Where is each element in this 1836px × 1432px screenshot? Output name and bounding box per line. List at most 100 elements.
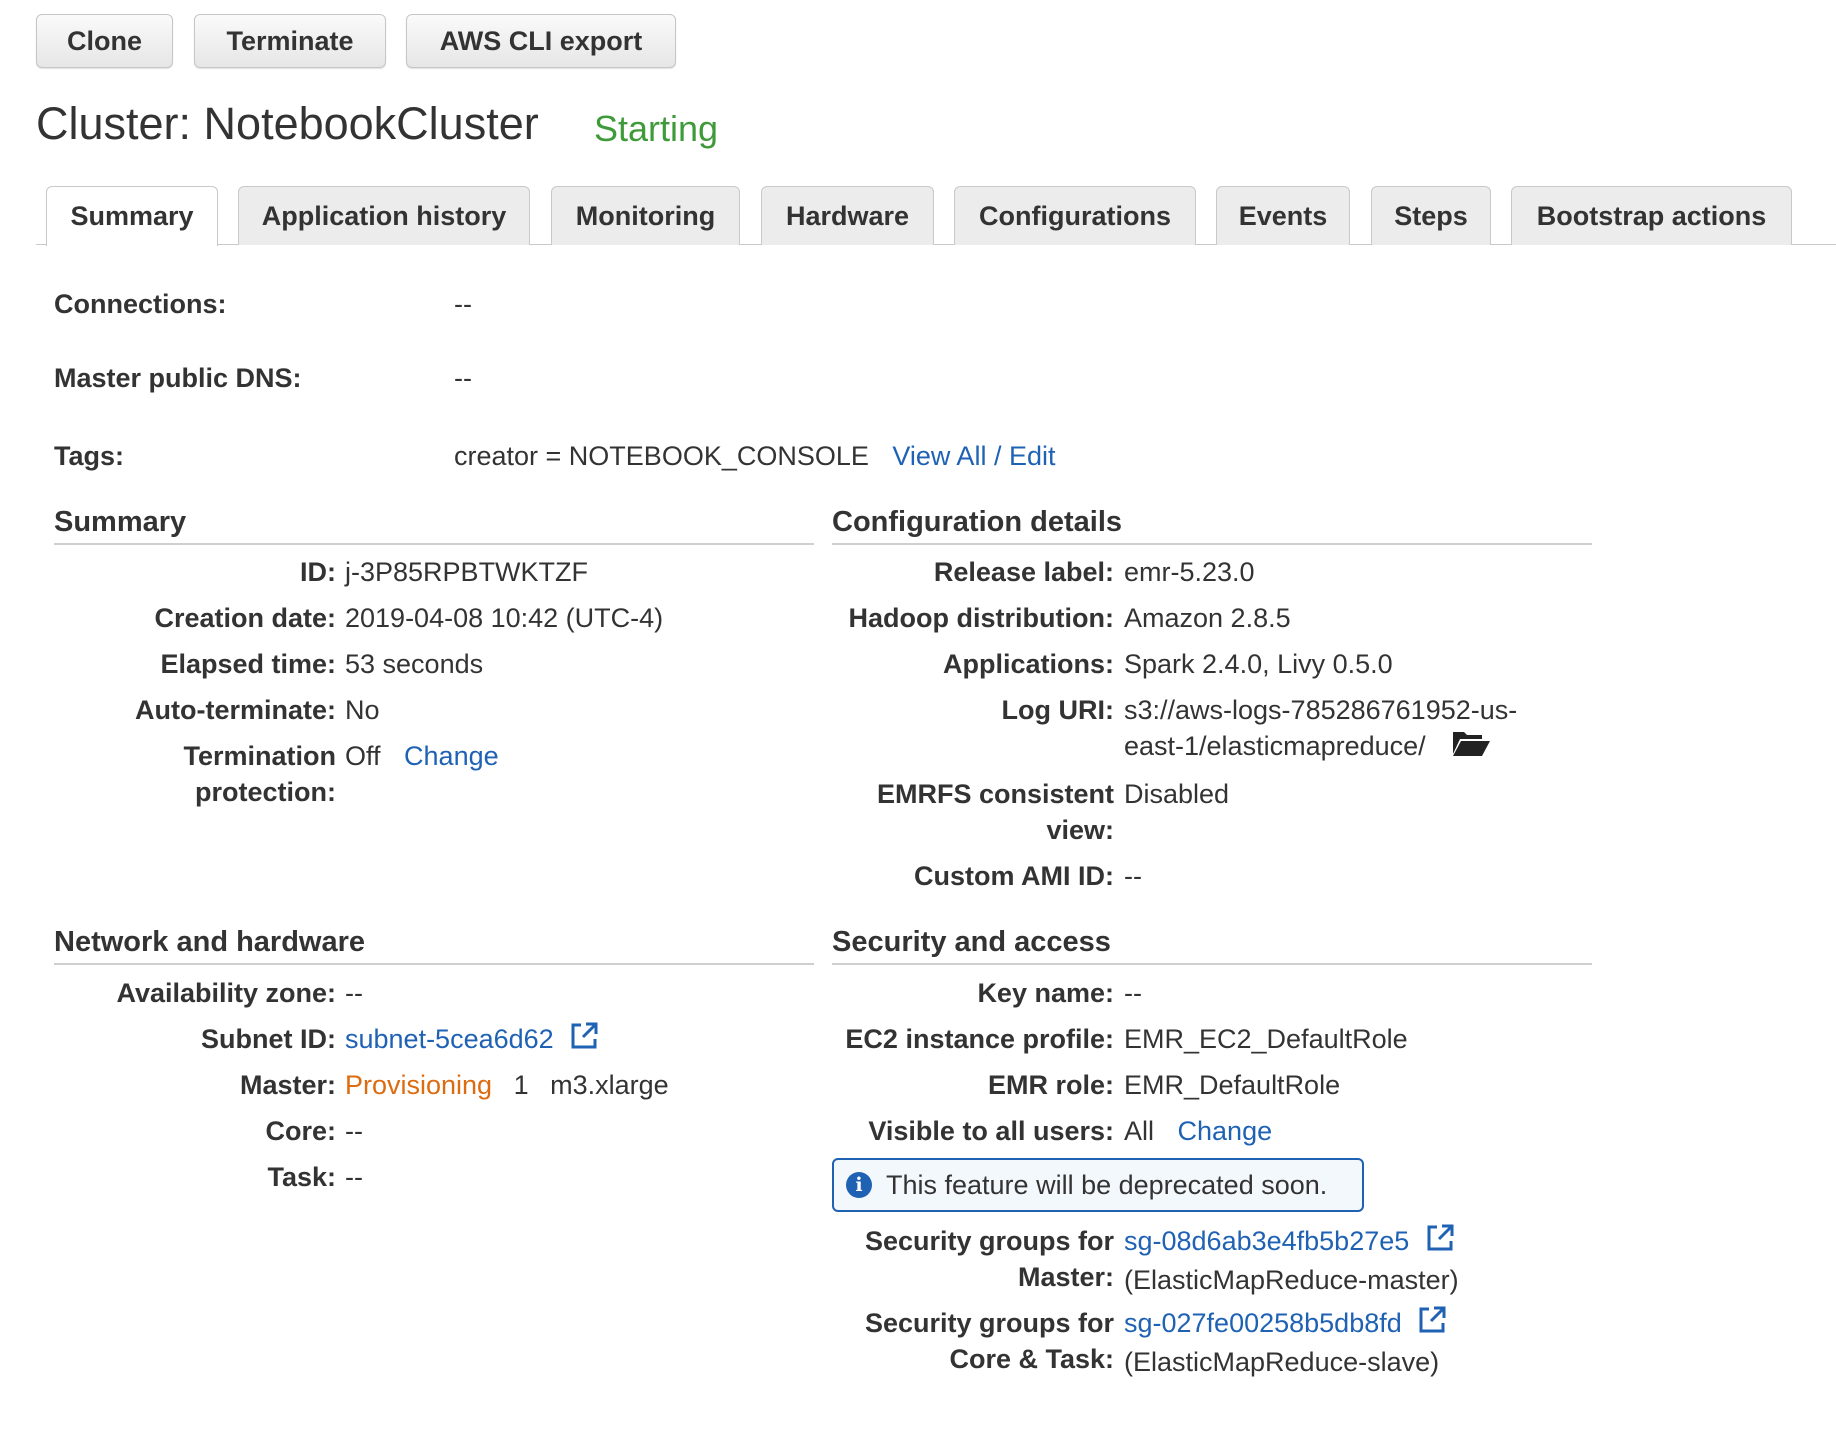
connections-label: Connections: — [54, 289, 227, 319]
termination-protection-value: Off Change — [345, 738, 499, 774]
deprecation-notice-text: This feature will be deprecated soon. — [886, 1169, 1328, 1200]
id-label: ID: — [300, 557, 336, 587]
connections-value: -- — [454, 289, 472, 319]
core-label: Core: — [265, 1116, 336, 1146]
availability-zone-value: -- — [345, 978, 363, 1008]
sg-master-label-line1: Security groups for — [864, 1226, 1114, 1256]
key-name-value: -- — [1124, 978, 1142, 1008]
hadoop-distribution-label: Hadoop distribution: — [848, 603, 1114, 633]
sg-master-id-row: sg-08d6ab3e4fb5b27e5 — [1124, 1223, 1459, 1262]
log-uri-label: Log URI: — [1001, 695, 1114, 725]
release-label-value: emr-5.23.0 — [1124, 557, 1255, 587]
security-groups-core-task-label: Security groups for Core & Task: — [832, 1305, 1114, 1377]
log-uri-value: s3://aws-logs-785286761952-us- east-1/el… — [1124, 692, 1517, 767]
sg-core-name: (ElasticMapReduce-slave) — [1124, 1347, 1440, 1378]
emrfs-consistent-view-label: EMRFS consistent view: — [832, 776, 1114, 848]
sg-core-id-link[interactable]: sg-027fe00258b5db8fd — [1124, 1308, 1402, 1338]
termination-protection-label: Termination protection: — [54, 738, 336, 810]
page-title: Cluster: NotebookCluster — [36, 98, 539, 149]
visible-to-all-users-label: Visible to all users: — [868, 1116, 1114, 1146]
security-groups-master-value: sg-08d6ab3e4fb5b27e5 (ElasticMapReduce-m… — [1124, 1223, 1459, 1298]
sg-master-name: (ElasticMapReduce-master) — [1124, 1265, 1459, 1296]
subnet-id-label: Subnet ID: — [201, 1024, 336, 1054]
tab-configurations[interactable]: Configurations — [954, 186, 1196, 245]
deprecation-notice: i This feature will be deprecated soon. — [832, 1158, 1364, 1212]
master-value: Provisioning 1 m3.xlarge — [345, 1067, 669, 1103]
clone-button[interactable]: Clone — [36, 14, 173, 68]
security-access-heading: Security and access — [832, 926, 1592, 965]
visible-to-all-users-change-link[interactable]: Change — [1178, 1116, 1273, 1146]
external-link-icon[interactable] — [569, 1021, 599, 1060]
ec2-instance-profile-label: EC2 instance profile: — [845, 1024, 1114, 1054]
sg-core-id-row: sg-027fe00258b5db8fd — [1124, 1305, 1447, 1344]
tab-bootstrap-actions[interactable]: Bootstrap actions — [1511, 186, 1792, 245]
log-uri-line2: east-1/elasticmapreduce/ — [1124, 728, 1517, 767]
emrfs-consistent-view-value: Disabled — [1124, 779, 1230, 809]
applications-label: Applications: — [942, 649, 1114, 679]
sg-core-label-line2: Core & Task: — [949, 1344, 1114, 1374]
view-all-edit-tags-link[interactable]: View All / Edit — [892, 441, 1055, 471]
subnet-id-link[interactable]: subnet-5cea6d62 — [345, 1024, 554, 1054]
emrfs-label-line1: EMRFS consistent — [876, 779, 1114, 809]
emr-role-label: EMR role: — [987, 1070, 1114, 1100]
auto-terminate-value: No — [345, 695, 380, 725]
tab-steps[interactable]: Steps — [1371, 186, 1491, 245]
task-value: -- — [345, 1162, 363, 1192]
visible-to-all-users-value: All Change — [1124, 1113, 1272, 1149]
custom-ami-id-value: -- — [1124, 861, 1142, 891]
key-name-label: Key name: — [977, 978, 1114, 1008]
cluster-status: Starting — [594, 108, 719, 149]
terminate-button[interactable]: Terminate — [194, 14, 386, 68]
security-groups-master-label: Security groups for Master: — [832, 1223, 1114, 1295]
visible-to-all-users-state: All — [1124, 1116, 1155, 1146]
external-link-icon[interactable] — [1417, 1305, 1447, 1344]
applications-value: Spark 2.4.0, Livy 0.5.0 — [1124, 649, 1393, 679]
sg-core-label-line1: Security groups for — [864, 1308, 1114, 1338]
termination-protection-label-line1: Termination — [183, 741, 336, 771]
master-instance-count: 1 — [513, 1070, 529, 1100]
task-label: Task: — [267, 1162, 336, 1192]
master-dns-value: -- — [454, 363, 472, 393]
configuration-details-heading: Configuration details — [832, 506, 1592, 545]
tab-monitoring[interactable]: Monitoring — [551, 186, 740, 245]
termination-protection-change-link[interactable]: Change — [404, 741, 499, 771]
creation-date-label: Creation date: — [154, 603, 336, 633]
availability-zone-label: Availability zone: — [116, 978, 336, 1008]
network-hardware-heading: Network and hardware — [54, 926, 814, 965]
subnet-id-value: subnet-5cea6d62 — [345, 1021, 599, 1060]
tags-value: creator = NOTEBOOK_CONSOLE View All / Ed… — [454, 441, 1055, 472]
log-uri-line2-text: east-1/elasticmapreduce/ — [1124, 731, 1426, 761]
tab-summary[interactable]: Summary — [46, 186, 218, 246]
id-value: j-3P85RPBTWKTZF — [345, 557, 589, 587]
tags-label: Tags: — [54, 441, 125, 471]
summary-heading: Summary — [54, 506, 814, 545]
info-icon: i — [846, 1172, 872, 1198]
master-label: Master: — [239, 1070, 336, 1100]
core-value: -- — [345, 1116, 363, 1146]
sg-master-id-link[interactable]: sg-08d6ab3e4fb5b27e5 — [1124, 1226, 1409, 1256]
auto-terminate-label: Auto-terminate: — [135, 695, 336, 725]
ec2-instance-profile-value: EMR_EC2_DefaultRole — [1124, 1024, 1408, 1054]
termination-protection-state: Off — [345, 741, 381, 771]
hadoop-distribution-value: Amazon 2.8.5 — [1124, 603, 1291, 633]
tab-hardware[interactable]: Hardware — [761, 186, 934, 245]
sg-master-label-line2: Master: — [1017, 1262, 1114, 1292]
external-link-icon[interactable] — [1425, 1223, 1455, 1262]
release-label-label: Release label: — [933, 557, 1114, 587]
folder-open-icon[interactable] — [1451, 728, 1491, 767]
emrfs-label-line2: view: — [1046, 815, 1114, 845]
creation-date-value: 2019-04-08 10:42 (UTC-4) — [345, 603, 664, 633]
elapsed-time-label: Elapsed time: — [160, 649, 336, 679]
emr-role-value: EMR_DefaultRole — [1124, 1070, 1341, 1100]
master-provisioning-status: Provisioning — [345, 1070, 493, 1100]
custom-ami-id-label: Custom AMI ID: — [914, 861, 1114, 891]
tab-application-history[interactable]: Application history — [238, 186, 530, 245]
tab-events[interactable]: Events — [1216, 186, 1350, 245]
tags-text: creator = NOTEBOOK_CONSOLE — [454, 441, 869, 471]
elapsed-time-value: 53 seconds — [345, 649, 484, 679]
aws-cli-export-button[interactable]: AWS CLI export — [406, 14, 676, 68]
security-groups-core-task-value: sg-027fe00258b5db8fd (ElasticMapReduce-s… — [1124, 1305, 1447, 1380]
master-instance-type: m3.xlarge — [550, 1070, 669, 1100]
termination-protection-label-line2: protection: — [195, 777, 336, 807]
log-uri-line1: s3://aws-logs-785286761952-us- — [1124, 695, 1518, 725]
